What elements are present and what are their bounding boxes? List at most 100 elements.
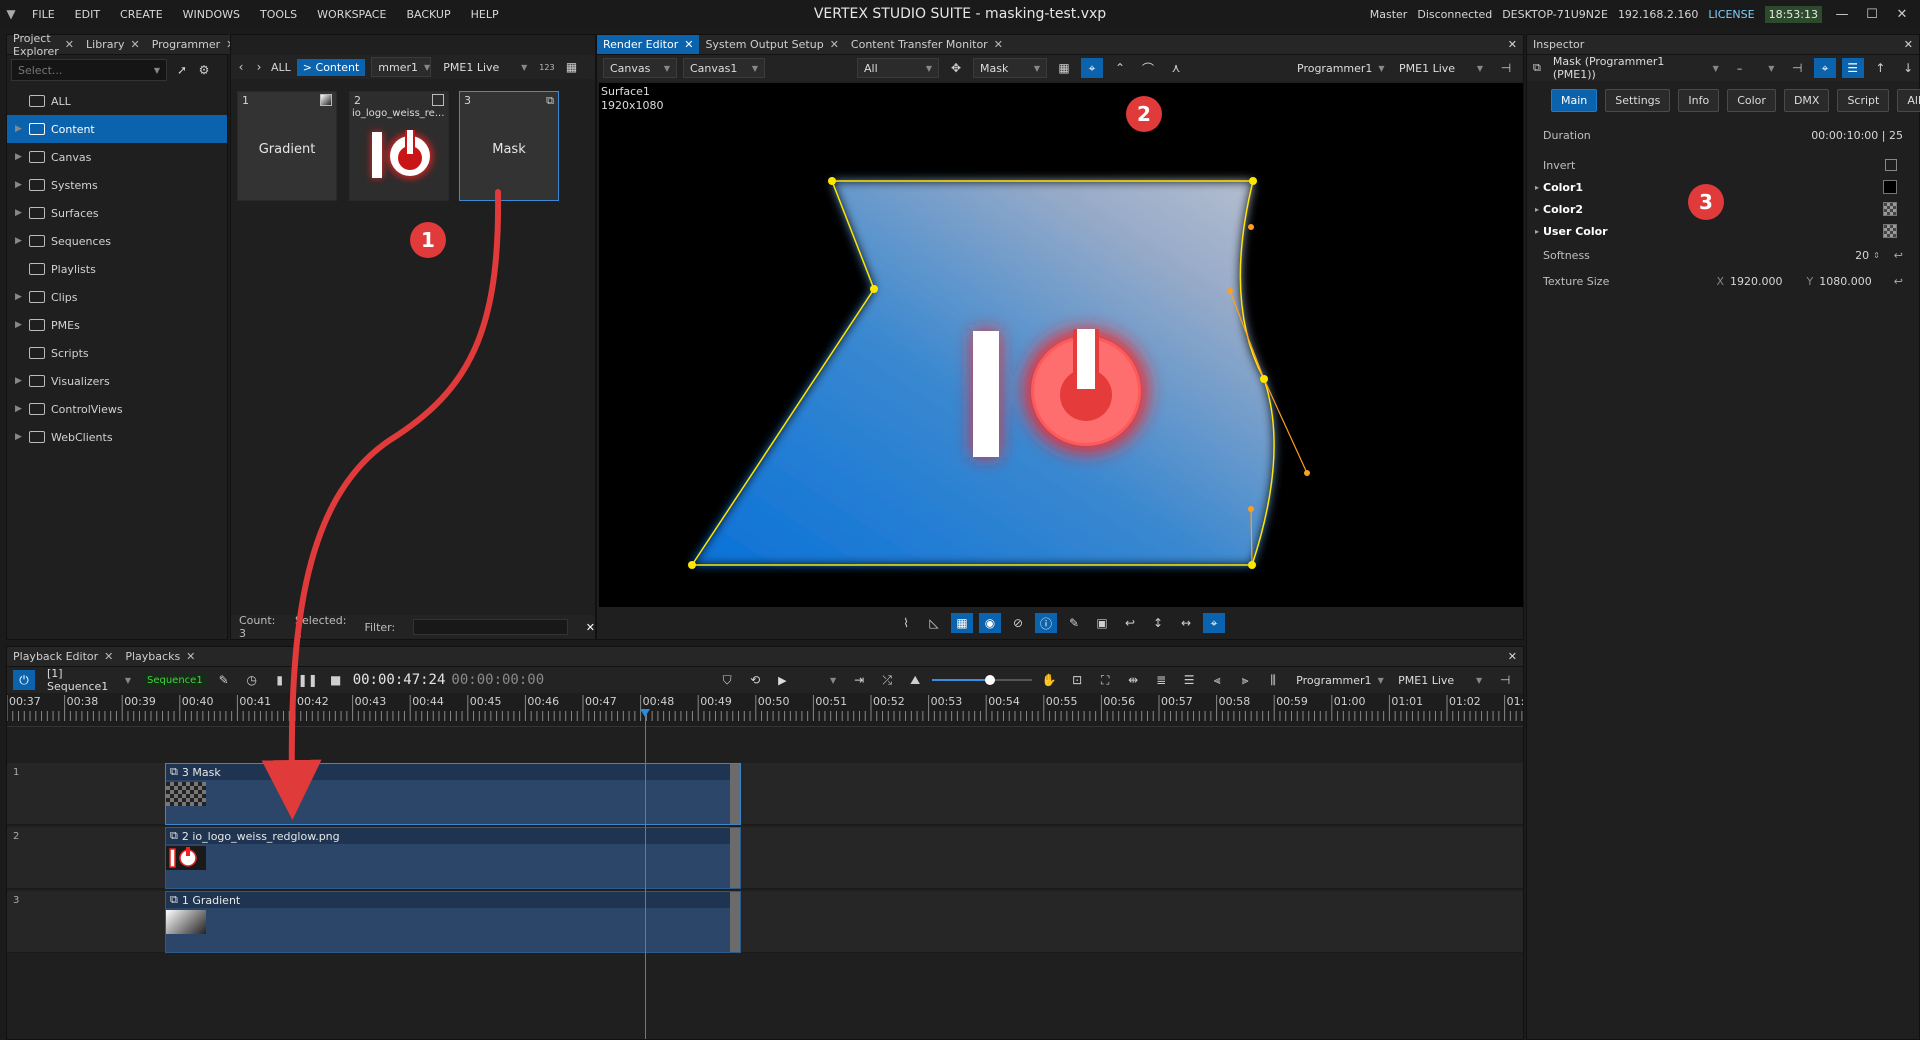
arrow-up-icon[interactable]: ↑ [1870, 58, 1892, 78]
close-icon[interactable]: ✕ [1502, 35, 1523, 54]
tree-item-webclients[interactable]: ▶ WebClients [7, 423, 227, 451]
inspector-tab-main[interactable]: Main [1551, 89, 1598, 112]
pin-icon[interactable]: ⊣ [1494, 670, 1516, 690]
point-edit-icon[interactable]: ⌖ [1081, 58, 1103, 78]
tab-library[interactable]: Library ✕ [80, 35, 146, 54]
corner-point-icon[interactable]: ⌃ [1109, 58, 1131, 78]
texture-x-value[interactable]: 1920.000 [1730, 275, 1783, 288]
tab-inspector[interactable]: Inspector [1527, 35, 1591, 54]
pointer-icon[interactable]: ➚ [171, 60, 193, 80]
menu-tools[interactable]: TOOLS [250, 8, 307, 21]
pause-icon[interactable]: ❚❚ [297, 670, 319, 690]
inspector-tab-all[interactable]: All [1897, 89, 1920, 112]
arrow-down-icon[interactable]: ↓ [1897, 58, 1919, 78]
reset-icon[interactable]: ↩ [1894, 249, 1903, 262]
shield-icon[interactable]: ⛉ [716, 670, 738, 690]
grid-icon[interactable]: ▦ [1053, 58, 1075, 78]
fit-icon[interactable]: ⊡ [1066, 670, 1088, 690]
invert-checkbox[interactable] [1885, 159, 1897, 171]
expand-icon[interactable]: ▶ [15, 124, 29, 134]
tree-item-scripts[interactable]: Scripts [7, 339, 227, 367]
inspector-tab-script[interactable]: Script [1837, 89, 1890, 112]
inspector-tab-info[interactable]: Info [1678, 89, 1720, 112]
fit-height-icon[interactable]: ↕ [1147, 613, 1169, 633]
mask-point[interactable] [870, 285, 878, 293]
mask-point[interactable] [1260, 375, 1268, 383]
stepper-icon[interactable]: ⇕ [1873, 251, 1880, 260]
close-icon[interactable]: ✕ [684, 38, 693, 51]
jump-icon[interactable]: ⇥ [848, 670, 870, 690]
sequence-dropdown[interactable]: [1] Sequence1 ▼ [41, 667, 137, 693]
close-window-icon[interactable]: ✕ [1892, 7, 1912, 22]
library-pme-dropdown[interactable]: PME1 Live ▼ [437, 57, 533, 77]
align-left-icon[interactable]: ⫷ [1206, 670, 1228, 690]
bezier-handle[interactable] [1248, 506, 1254, 512]
explorer-search-input[interactable]: Select... ▼ [11, 59, 167, 81]
pin-icon[interactable]: ⊣ [1786, 58, 1808, 78]
loop-icon[interactable]: ⟲ [744, 670, 766, 690]
power-icon[interactable]: ⏻ [13, 670, 35, 690]
grid-snap-icon[interactable]: ▦ [951, 613, 973, 633]
clip-end-handle[interactable] [730, 892, 740, 952]
texture-y-value[interactable]: 1080.000 [1819, 275, 1872, 288]
mask-point[interactable] [1248, 561, 1256, 569]
expand-icon[interactable]: ▶ [15, 404, 29, 414]
distribute-icon[interactable]: ⇹ [1122, 670, 1144, 690]
menu-file[interactable]: FILE [22, 8, 65, 21]
close-icon[interactable]: ✕ [104, 650, 113, 663]
canvas-dropdown[interactable]: Canvas1 ▼ [683, 58, 765, 78]
duration-value[interactable]: 00:00:10:00 | 25 [1811, 129, 1903, 142]
color2-swatch[interactable] [1883, 202, 1897, 216]
bezier-handle[interactable] [1227, 288, 1233, 294]
menu-backup[interactable]: BACKUP [396, 8, 460, 21]
split-icon[interactable]: ⫼ [1262, 670, 1284, 690]
mask-canvas[interactable] [599, 83, 1523, 607]
expand-icon[interactable]: ▸ [1535, 205, 1539, 214]
inspector-sub-dropdown[interactable]: – ▼ [1731, 58, 1781, 78]
forward-icon[interactable]: › [253, 57, 265, 77]
mountain-icon[interactable]: ⛰ [904, 670, 926, 690]
tree-item-visualizers[interactable]: ▶ Visualizers [7, 367, 227, 395]
bezier-handle[interactable] [1248, 224, 1254, 230]
color1-swatch[interactable] [1883, 180, 1897, 194]
tree-item-playlists[interactable]: Playlists [7, 255, 227, 283]
library-tile-logo[interactable]: 2 io_logo_weiss_re... [349, 91, 449, 201]
tree-item-surfaces[interactable]: ▶ Surfaces [7, 199, 227, 227]
playhead[interactable] [640, 709, 650, 1039]
play-mode-dropdown[interactable]: ▶ ▼ [772, 670, 842, 690]
edit-icon[interactable]: ✎ [213, 670, 235, 690]
menu-create[interactable]: CREATE [110, 8, 173, 21]
user-color-swatch[interactable] [1883, 224, 1897, 238]
inspector-tab-dmx[interactable]: DMX [1783, 89, 1830, 112]
close-icon[interactable]: ✕ [186, 650, 195, 663]
playhead-marker-icon[interactable] [640, 709, 650, 717]
expand-icon[interactable]: ▸ [1535, 227, 1539, 236]
maximize-icon[interactable]: ☐ [1862, 7, 1882, 22]
close-icon[interactable]: ✕ [994, 38, 1003, 51]
move-icon[interactable]: ✥ [945, 58, 967, 78]
expand-view-icon[interactable]: ⛶ [1094, 670, 1116, 690]
hand-icon[interactable]: ✋ [1038, 670, 1060, 690]
expand-icon[interactable]: ▶ [15, 292, 29, 302]
tree-item-clips[interactable]: ▶ Clips [7, 283, 227, 311]
gear-icon[interactable]: ⚙ [193, 60, 215, 80]
close-icon[interactable]: ✕ [65, 38, 74, 51]
close-icon[interactable]: ✕ [130, 38, 139, 51]
reset-icon[interactable]: ↩ [1894, 275, 1903, 288]
tab-programmer[interactable]: Programmer✕ [145, 35, 242, 54]
list-icon[interactable]: ☰ [1841, 58, 1864, 78]
tree-item-content[interactable]: ▶ Content [7, 115, 227, 143]
stop-icon[interactable]: ■ [325, 670, 347, 690]
playback-pme-dropdown[interactable]: PME1 Live ▼ [1392, 670, 1488, 690]
brush-icon[interactable]: ✎ [1063, 613, 1085, 633]
menu-edit[interactable]: EDIT [65, 8, 110, 21]
library-programmer-dropdown[interactable]: mmer1 ▼ [371, 57, 432, 77]
tree-item-pmes[interactable]: ▶ PMEs [7, 311, 227, 339]
license-link[interactable]: LICENSE [1708, 8, 1754, 21]
inspector-target-dropdown[interactable]: Mask (Programmer1 (PME1)) ▼ [1547, 55, 1725, 81]
playback-programmer-dropdown[interactable]: Programmer1 ▼ [1290, 670, 1386, 690]
mask-point[interactable] [828, 177, 836, 185]
perspective-icon[interactable]: ◺ [923, 613, 945, 633]
menu-help[interactable]: HELP [461, 8, 509, 21]
split-point-icon[interactable]: ⋏ [1165, 58, 1187, 78]
